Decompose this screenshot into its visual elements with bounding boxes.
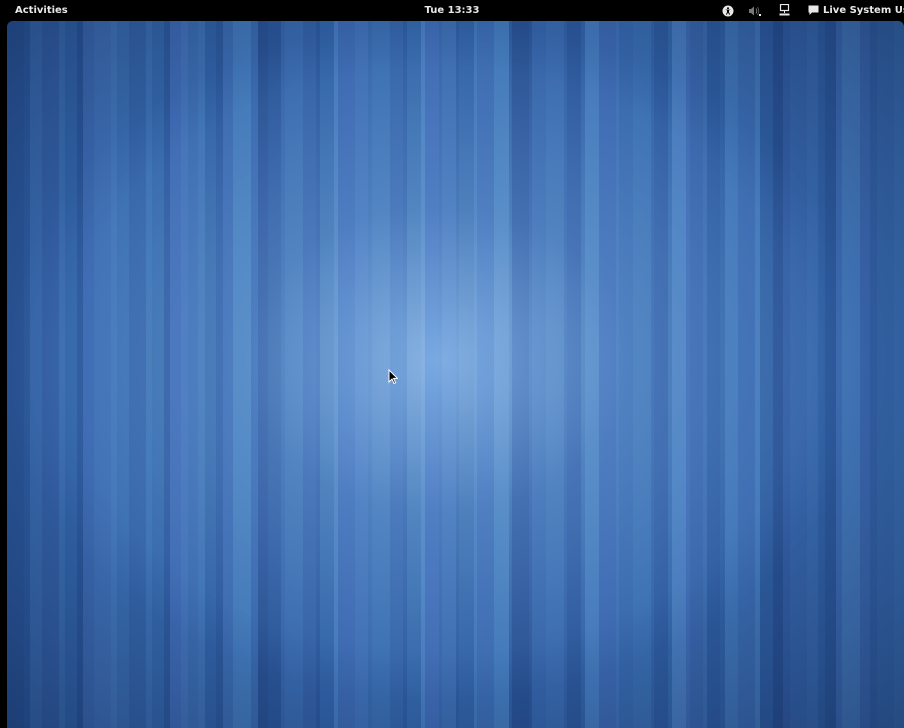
wallpaper (7, 21, 904, 728)
volume-menu[interactable] (746, 0, 764, 21)
network-wired-icon (779, 4, 789, 16)
mouse-pointer-icon (388, 369, 398, 385)
accessibility-icon (722, 5, 734, 16)
screen: Activities Tue 13:33 Live System U (0, 0, 904, 728)
clock-container: Tue 13:33 (0, 0, 904, 21)
desktop[interactable] (0, 21, 904, 728)
wallpaper-vignette (7, 21, 904, 728)
chat-status-icon (808, 5, 819, 15)
activities-button[interactable]: Activities (15, 0, 68, 21)
network-menu[interactable] (776, 0, 792, 21)
volume-icon (749, 6, 761, 16)
accessibility-menu[interactable] (720, 0, 736, 21)
top-panel: Activities Tue 13:33 Live System U (0, 0, 904, 21)
user-menu[interactable]: Live System User (808, 0, 904, 21)
clock-button[interactable]: Tue 13:33 (425, 5, 480, 16)
user-name-label: Live System User (823, 5, 904, 16)
